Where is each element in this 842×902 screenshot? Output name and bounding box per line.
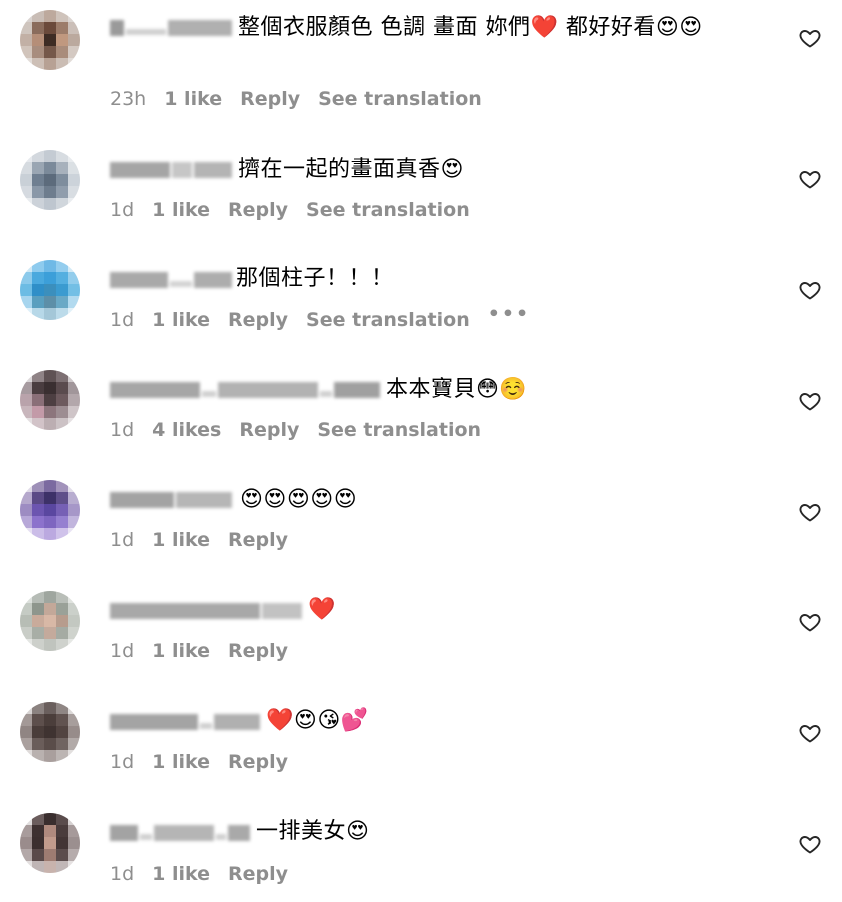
like-count[interactable]: 1 like xyxy=(152,199,210,221)
comment-text: 本本寶貝😳☺️ xyxy=(386,377,528,402)
heart-outline-icon[interactable] xyxy=(798,167,822,191)
comment-meta: 1d 1 like Reply xyxy=(110,529,306,551)
see-translation-button[interactable]: See translation xyxy=(318,88,482,110)
reply-button[interactable]: Reply xyxy=(228,529,288,551)
reply-button[interactable]: Reply xyxy=(228,751,288,773)
avatar[interactable] xyxy=(20,702,80,762)
like-count[interactable]: 1 like xyxy=(152,529,210,551)
reply-button[interactable]: Reply xyxy=(239,419,299,441)
comment-meta: 23h 1 like Reply See translation xyxy=(110,88,500,110)
see-translation-button[interactable]: See translation xyxy=(317,419,481,441)
comment-time: 1d xyxy=(110,751,135,773)
comments-list: 整個衣服顏色 色調 畫面 妳們❤️ 都好好看😍😍 23h 1 like Reply S… xyxy=(0,0,842,902)
reply-button[interactable]: Reply xyxy=(228,863,288,885)
comment-time: 1d xyxy=(110,863,135,885)
like-count[interactable]: 1 like xyxy=(152,640,210,662)
more-options-icon[interactable]: ••• xyxy=(488,303,530,325)
avatar[interactable] xyxy=(20,813,80,873)
avatar[interactable] xyxy=(20,370,80,430)
comment-text: 一排美女😍 xyxy=(256,819,370,844)
reply-button[interactable]: Reply xyxy=(240,88,300,110)
comment-time: 1d xyxy=(110,199,135,221)
comment-time: 1d xyxy=(110,309,135,331)
heart-outline-icon[interactable] xyxy=(798,278,822,302)
comment-text: ❤️ xyxy=(308,597,336,622)
heart-outline-icon[interactable] xyxy=(798,610,822,634)
username[interactable] xyxy=(110,489,232,511)
reply-button[interactable]: Reply xyxy=(228,640,288,662)
like-count[interactable]: 4 likes xyxy=(152,419,221,441)
username[interactable] xyxy=(110,711,260,733)
reply-button[interactable]: Reply xyxy=(228,199,288,221)
comment-meta: 1d 1 like Reply xyxy=(110,640,306,662)
reply-button[interactable]: Reply xyxy=(228,309,288,331)
comment-text: ❤️😍😘💕 xyxy=(266,708,369,733)
avatar[interactable] xyxy=(20,260,80,320)
like-count[interactable]: 1 like xyxy=(152,863,210,885)
heart-outline-icon[interactable] xyxy=(798,500,822,524)
see-translation-button[interactable]: See translation xyxy=(306,309,470,331)
comment-meta: 1d 1 like Reply xyxy=(110,863,306,885)
avatar[interactable] xyxy=(20,10,80,70)
see-translation-button[interactable]: See translation xyxy=(306,199,470,221)
heart-outline-icon[interactable] xyxy=(798,389,822,413)
comment-time: 1d xyxy=(110,529,135,551)
heart-outline-icon[interactable] xyxy=(798,832,822,856)
comment-meta: 1d 4 likes Reply See translation xyxy=(110,419,499,441)
username[interactable] xyxy=(110,379,380,401)
comment-meta: 1d 1 like Reply xyxy=(110,751,306,773)
username[interactable] xyxy=(110,17,232,39)
comment-text: 😍😍😍😍😍 xyxy=(240,487,358,512)
avatar[interactable] xyxy=(20,150,80,210)
username[interactable] xyxy=(110,269,232,291)
comment-meta: 1d 1 like Reply See translation xyxy=(110,199,488,221)
comment-time: 1d xyxy=(110,419,135,441)
avatar[interactable] xyxy=(20,480,80,540)
heart-outline-icon[interactable] xyxy=(798,721,822,745)
username[interactable] xyxy=(110,159,232,181)
like-count[interactable]: 1 like xyxy=(164,88,222,110)
comment-text: 那個柱子！！！ xyxy=(236,266,394,291)
avatar[interactable] xyxy=(20,591,80,651)
comment-time: 23h xyxy=(110,88,147,110)
username[interactable] xyxy=(110,600,302,622)
comment-meta: 1d 1 like Reply See translation ••• xyxy=(110,303,548,331)
heart-outline-icon[interactable] xyxy=(798,26,822,50)
like-count[interactable]: 1 like xyxy=(152,309,210,331)
comment-text: 整個衣服顏色 色調 畫面 妳們❤️ 都好好看😍😍 xyxy=(238,15,703,40)
username[interactable] xyxy=(110,822,250,844)
like-count[interactable]: 1 like xyxy=(152,751,210,773)
comment-text: 擠在一起的畫面真香😍 xyxy=(238,157,464,182)
comment-time: 1d xyxy=(110,640,135,662)
